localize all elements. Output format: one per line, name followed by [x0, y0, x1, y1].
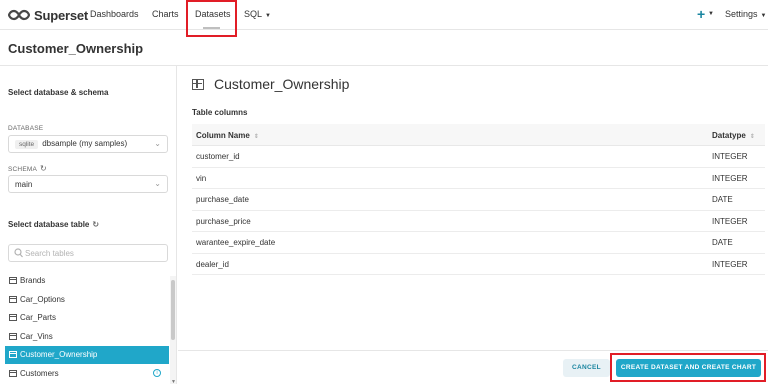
column-name-cell: dealer_id — [196, 259, 229, 269]
column-name-cell: purchase_date — [196, 195, 249, 204]
table-row: customer_id INTEGER — [192, 146, 765, 168]
chevron-down-icon: ⌄ — [154, 179, 161, 188]
table-row: dealer_id INTEGER — [192, 254, 765, 275]
table-item-label: Car_Parts — [20, 313, 57, 322]
datatype-cell: INTEGER — [712, 152, 748, 161]
active-nav-underline — [203, 27, 220, 29]
caret-down-icon[interactable]: ▼ — [708, 11, 714, 17]
info-icon[interactable]: i — [153, 369, 161, 377]
page-title: Customer_Ownership — [8, 41, 144, 56]
table-icon — [9, 277, 17, 284]
refresh-icon[interactable]: ↻ — [92, 220, 99, 229]
scrollbar-thumb[interactable] — [171, 280, 175, 340]
datatype-cell: INTEGER — [712, 259, 748, 269]
column-name-header[interactable]: Column Name ⇕ — [196, 131, 259, 140]
schema-select[interactable]: main ⌄ — [8, 175, 168, 193]
add-plus-icon[interactable]: + — [697, 6, 705, 22]
cancel-button[interactable]: CANCEL — [563, 359, 610, 377]
sort-icon: ⇕ — [749, 134, 755, 140]
caret-down-icon: ▼ — [760, 13, 767, 19]
datatype-cell: INTEGER — [712, 216, 748, 226]
superset-window: Superset Dashboards Charts Datasets SQL ▼… — [0, 0, 768, 384]
nav-sql[interactable]: SQL ▼ — [244, 9, 271, 19]
create-button-highlight-box — [610, 353, 766, 382]
table-item-label: Customer_Ownership — [20, 350, 98, 359]
table-icon — [9, 351, 17, 358]
table-list-item[interactable]: Car_Vins — [5, 328, 169, 346]
table-row: vin INTEGER — [192, 168, 765, 189]
datatype-cell: DATE — [712, 238, 733, 247]
table-row: warantee_expire_date DATE — [192, 232, 765, 254]
dataset-preview-panel: Customer_Ownership Table columns Column … — [178, 66, 768, 384]
table-list-item[interactable]: Brands — [5, 272, 169, 290]
caret-down-icon: ▼ — [265, 13, 271, 19]
dataset-title: Customer_Ownership — [214, 76, 350, 92]
schema-value: main — [15, 180, 33, 189]
column-name-cell: warantee_expire_date — [196, 238, 276, 247]
superset-logo-icon — [8, 9, 30, 21]
table-row: purchase_price INTEGER — [192, 211, 765, 232]
table-icon — [9, 333, 17, 340]
table-list-item[interactable]: Car_Parts — [5, 309, 169, 327]
database-label: DATABASE — [8, 125, 44, 132]
chevron-down-icon: ⌄ — [154, 139, 161, 148]
table-columns-label: Table columns — [192, 108, 248, 117]
table-item-label: Customers — [20, 369, 59, 378]
table-item-label: Brands — [20, 276, 46, 285]
page-header: Customer_Ownership — [0, 30, 768, 66]
columns-table: Column Name ⇕ Datatype ⇕ customer_id INTEGE… — [192, 124, 765, 275]
datatype-cell: INTEGER — [712, 173, 748, 183]
refresh-icon[interactable]: ↻ — [40, 164, 47, 173]
left-panel: Select database & schema DATABASE sqlite… — [0, 66, 177, 384]
column-name-cell: customer_id — [196, 152, 240, 161]
table-icon — [192, 79, 204, 90]
settings-menu[interactable]: Settings ▼ — [725, 9, 766, 19]
nav-dashboards[interactable]: Dashboards — [90, 9, 139, 19]
table-icon — [9, 296, 17, 303]
settings-label: Settings — [725, 9, 758, 19]
table-item-label: Car_Vins — [20, 332, 53, 341]
database-type-tag: sqlite — [15, 140, 39, 149]
database-value: dbsample (my samples) — [42, 139, 128, 148]
schema-label: SCHEMA ↻ — [8, 164, 47, 173]
table-list-item[interactable]: Customers i — [5, 365, 169, 383]
search-placeholder: Search tables — [25, 249, 74, 258]
footer-divider — [178, 350, 768, 351]
nav-sql-label: SQL — [244, 9, 263, 19]
datatype-header-label: Datatype — [712, 131, 746, 140]
table-header-row: Column Name ⇕ Datatype ⇕ — [192, 124, 765, 146]
table-icon — [9, 314, 17, 321]
superset-logo[interactable]: Superset — [8, 6, 88, 24]
column-name-cell: purchase_price — [196, 216, 251, 226]
top-navbar: Superset Dashboards Charts Datasets SQL ▼… — [0, 0, 768, 37]
datatype-cell: DATE — [712, 195, 733, 204]
sort-icon: ⇕ — [253, 134, 259, 140]
table-icon — [9, 370, 17, 377]
column-name-header-label: Column Name — [196, 131, 250, 140]
app-name: Superset — [34, 7, 89, 23]
table-row: purchase_date DATE — [192, 189, 765, 211]
table-list-item[interactable]: Car_Options — [5, 291, 169, 309]
nav-charts[interactable]: Charts — [152, 9, 179, 19]
scroll-down-arrow-icon[interactable]: ▼ — [171, 379, 176, 384]
table-list-item-selected[interactable]: Customer_Ownership — [5, 346, 169, 364]
db-section-title: Select database & schema — [8, 88, 109, 97]
table-search-input[interactable]: Search tables — [8, 244, 168, 262]
table-section-title: Select database table ↻ — [8, 220, 99, 229]
database-select[interactable]: sqlite dbsample (my samples) ⌄ — [8, 135, 168, 153]
search-icon — [14, 248, 23, 258]
table-section-title-text: Select database table — [8, 220, 90, 229]
column-name-cell: vin — [196, 173, 207, 183]
schema-label-text: SCHEMA — [8, 166, 38, 173]
table-item-label: Car_Options — [20, 295, 65, 304]
datatype-header[interactable]: Datatype ⇕ — [712, 131, 755, 140]
